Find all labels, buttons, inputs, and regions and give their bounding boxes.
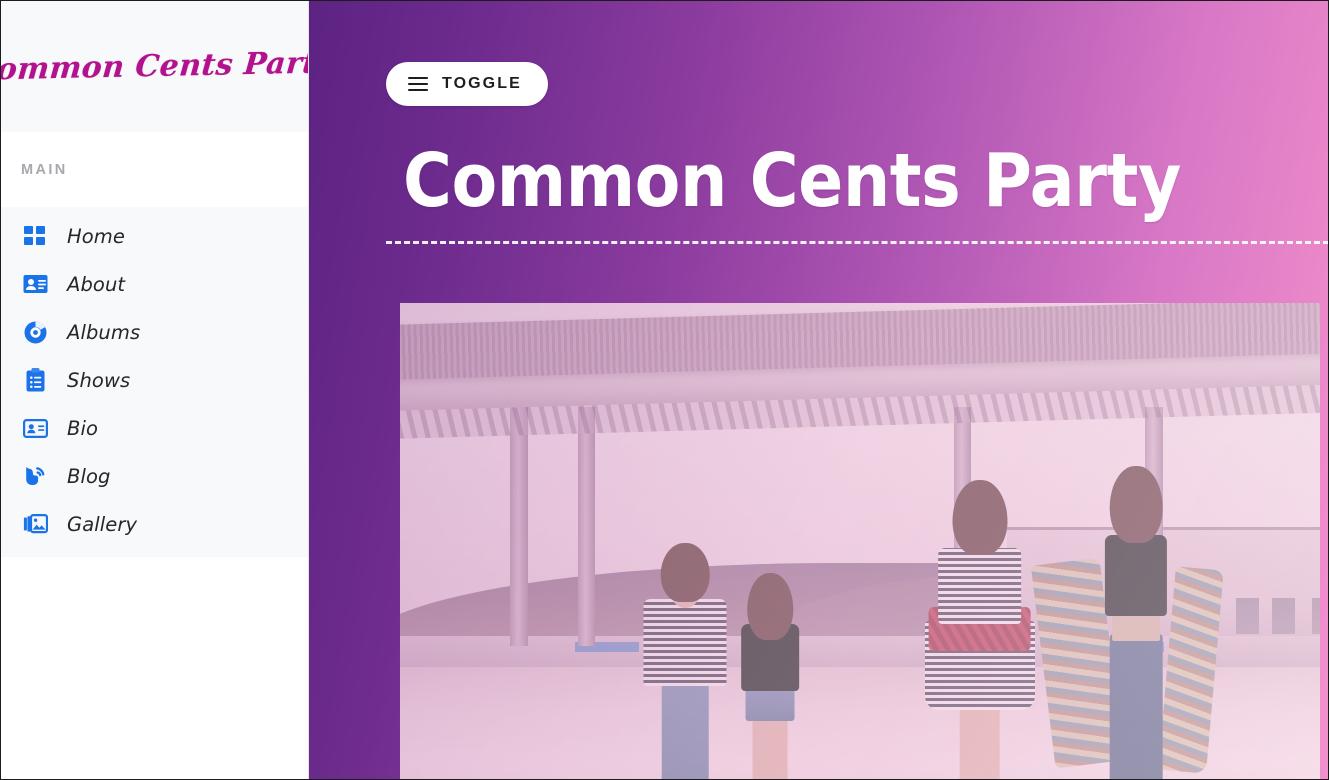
photo-person [635, 532, 736, 780]
blogger-icon [21, 462, 49, 490]
sidebar-empty-space [0, 557, 308, 780]
sidebar-item-shows[interactable]: Shows [0, 356, 308, 404]
sidebar-item-label: About [67, 272, 126, 296]
sidebar-item-label: Bio [67, 416, 99, 440]
main-content: TOGGLE Common Cents Party [309, 0, 1329, 780]
sidebar-item-label: Gallery [67, 512, 138, 536]
title-divider [386, 241, 1329, 244]
sidebar-item-albums[interactable]: Albums [0, 308, 308, 356]
photo-canopy-pillar [510, 407, 528, 647]
sidebar-brand[interactable]: Common Cents Party [0, 0, 308, 132]
sidebar-item-label: Blog [67, 464, 111, 488]
sidebar-toggle-button[interactable]: TOGGLE [386, 62, 548, 106]
grid-icon [21, 222, 49, 250]
sidebar-item-label: Albums [67, 320, 141, 344]
photo-canopy-pillar [577, 407, 596, 647]
page-title: Common Cents Party [403, 138, 1181, 224]
photo-person [727, 568, 814, 780]
clipboard-list-icon [21, 366, 49, 394]
sidebar: Common Cents Party MAIN Home About Album… [0, 0, 309, 780]
contact-card-icon [21, 414, 49, 442]
sidebar-section-label: MAIN [21, 161, 68, 178]
id-card-icon [21, 270, 49, 298]
sidebar-item-label: Shows [67, 368, 131, 392]
photo-person [1030, 459, 1224, 780]
sidebar-item-bio[interactable]: Bio [0, 404, 308, 452]
hero-image-canvas [400, 303, 1320, 780]
sidebar-item-about[interactable]: About [0, 260, 308, 308]
brand-title: Common Cents Party [0, 44, 309, 88]
images-icon [21, 510, 49, 538]
sidebar-item-home[interactable]: Home [0, 212, 308, 260]
toggle-button-label: TOGGLE [442, 75, 522, 92]
hamburger-icon [408, 76, 428, 92]
sidebar-item-gallery[interactable]: Gallery [0, 500, 308, 548]
sidebar-item-label: Home [67, 224, 125, 248]
sidebar-section-header: MAIN [0, 132, 308, 207]
sidebar-item-blog[interactable]: Blog [0, 452, 308, 500]
photo-person [920, 479, 1040, 780]
page-root: Common Cents Party MAIN Home About Album… [0, 0, 1329, 780]
hero-image [400, 303, 1320, 780]
sidebar-nav-list: Home About Albums Shows Bio Blog Gallery [0, 207, 308, 557]
compact-disc-icon [21, 318, 49, 346]
